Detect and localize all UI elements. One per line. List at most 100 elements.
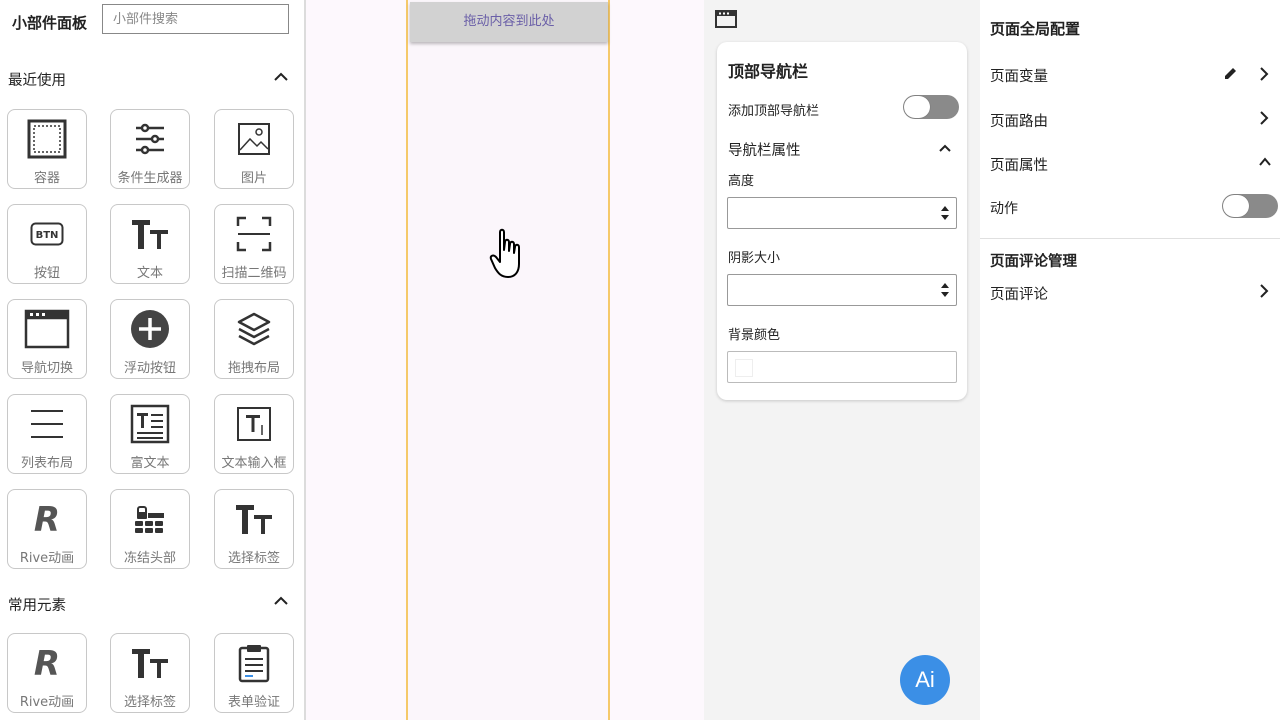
list-icon	[8, 403, 86, 445]
widget-label: 导航切换	[20, 361, 73, 376]
widget-label: 扫描二维码	[221, 266, 287, 281]
color-swatch	[735, 359, 753, 377]
container-icon	[8, 118, 86, 160]
global-config-title: 页面全局配置	[990, 20, 1081, 38]
recent-widget-tile[interactable]: 冻结头部	[110, 489, 190, 569]
widget-label: Rive动画	[19, 551, 75, 566]
recent-widget-tile[interactable]: R Rive动画	[7, 489, 87, 569]
text-input-icon	[215, 403, 293, 445]
recent-widget-tile[interactable]: 扫描二维码	[214, 204, 294, 284]
navbar-settings-card: 顶部导航栏 添加顶部导航栏 导航栏属性 高度 阴影大小 背景颜色	[717, 42, 967, 400]
image-icon	[215, 118, 293, 160]
dropzone[interactable]: 拖动内容到此处	[410, 2, 608, 42]
global-config-panel: 页面全局配置 页面变量 页面路由 页面属性 动作 页面评论管理 页面评论	[980, 0, 1280, 720]
bg-color-picker[interactable]	[727, 351, 957, 383]
edit-icon[interactable]	[1224, 66, 1238, 80]
page-attributes-item[interactable]: 页面属性	[990, 154, 1048, 175]
widget-label: 条件生成器	[117, 171, 183, 186]
widget-label: 图片	[240, 171, 267, 186]
svg-text:R: R	[34, 645, 60, 681]
text-icon	[215, 498, 293, 540]
rive-icon: R	[8, 642, 86, 684]
widget-label: 文本输入框	[221, 456, 287, 471]
svg-text:BTN: BTN	[36, 230, 59, 241]
plus-circle-icon	[111, 308, 189, 350]
widget-panel: 小部件面板 最近使用 容器 条件生成器 图片 BTN 按钮 文本 扫描二维码导航切换 浮动按钮…	[0, 0, 304, 720]
spinner-icon[interactable]	[940, 280, 950, 300]
scan-icon	[215, 213, 293, 255]
rive-icon: R	[8, 498, 86, 540]
height-label: 高度	[728, 174, 755, 189]
widget-label: 浮动按钮	[123, 361, 176, 376]
common-section-title: 常用元素	[8, 598, 66, 614]
action-label: 动作	[990, 201, 1018, 217]
recent-widget-tile[interactable]: 文本输入框	[214, 394, 294, 474]
recent-widget-tile[interactable]: 拖拽布局	[214, 299, 294, 379]
rich-text-icon	[111, 403, 189, 445]
phone-frame: 拖动内容到此处	[406, 0, 610, 720]
recent-widget-tile[interactable]: 容器	[7, 109, 87, 189]
widget-label: 富文本	[130, 456, 170, 471]
hand-cursor-icon	[489, 228, 520, 278]
bg-color-label: 背景颜色	[728, 328, 781, 343]
btn-icon: BTN	[8, 213, 86, 255]
widget-label: 拖拽布局	[227, 361, 280, 376]
layers-icon	[215, 308, 293, 350]
widget-panel-title: 小部件面板	[12, 14, 88, 32]
text-icon	[111, 642, 189, 684]
navbar-attributes-title: 导航栏属性	[728, 143, 801, 159]
widget-label: 按钮	[33, 266, 60, 281]
spinner-icon[interactable]	[940, 203, 950, 223]
shadow-input[interactable]	[727, 274, 957, 306]
page-comments-item[interactable]: 页面评论	[990, 283, 1048, 304]
recent-widget-tile[interactable]: 条件生成器	[110, 109, 190, 189]
recent-widget-tile[interactable]: 浮动按钮	[110, 299, 190, 379]
common-widget-tile[interactable]: 选择标签	[110, 633, 190, 713]
chevron-right-icon[interactable]	[1258, 283, 1270, 299]
height-input[interactable]	[727, 197, 957, 229]
chevron-up-icon[interactable]	[937, 140, 953, 156]
widget-label: 表单验证	[227, 695, 280, 710]
text-icon	[111, 213, 189, 255]
chevron-up-icon[interactable]	[1258, 154, 1272, 170]
chevron-right-icon[interactable]	[1258, 66, 1270, 82]
recent-widget-tile[interactable]: 文本	[110, 204, 190, 284]
recent-widget-tile[interactable]: 选择标签	[214, 489, 294, 569]
freeze-header-icon	[111, 498, 189, 540]
widget-label: Rive动画	[19, 695, 75, 710]
add-navbar-label: 添加顶部导航栏	[728, 104, 820, 119]
widget-label: 文本	[136, 266, 163, 281]
window-icon	[8, 308, 86, 350]
common-widget-tile[interactable]: R Rive动画	[7, 633, 87, 713]
divider	[980, 238, 1280, 239]
recent-widget-tile[interactable]: 导航切换	[7, 299, 87, 379]
page-variables-item[interactable]: 页面变量	[990, 65, 1048, 86]
widget-label: 冻结头部	[123, 551, 176, 566]
ai-button[interactable]: Ai	[900, 655, 950, 705]
card-title: 顶部导航栏	[728, 62, 809, 81]
design-canvas: 拖动内容到此处	[306, 0, 704, 720]
chevron-up-icon[interactable]	[272, 592, 290, 610]
sliders-icon	[111, 118, 189, 160]
add-navbar-toggle[interactable]	[903, 95, 959, 119]
widget-label: 列表布局	[20, 456, 73, 471]
widget-label: 选择标签	[227, 551, 280, 566]
app-bar-icon	[715, 10, 737, 28]
recent-section-title: 最近使用	[8, 73, 66, 89]
widget-search-input[interactable]	[102, 4, 289, 34]
recent-widget-tile[interactable]: 富文本	[110, 394, 190, 474]
recent-widget-tile[interactable]: 列表布局	[7, 394, 87, 474]
properties-panel: 顶部导航栏 添加顶部导航栏 导航栏属性 高度 阴影大小 背景颜色 Ai	[704, 0, 980, 720]
chevron-up-icon[interactable]	[272, 68, 290, 86]
common-widget-tile[interactable]: 表单验证	[214, 633, 294, 713]
chevron-right-icon[interactable]	[1258, 110, 1270, 126]
widget-label: 容器	[33, 171, 60, 186]
page-routes-item[interactable]: 页面路由	[990, 110, 1048, 131]
clipboard-icon	[215, 642, 293, 684]
comments-section-title: 页面评论管理	[990, 254, 1077, 270]
widget-label: 选择标签	[123, 695, 176, 710]
recent-widget-tile[interactable]: 图片	[214, 109, 294, 189]
shadow-label: 阴影大小	[728, 251, 781, 266]
action-toggle[interactable]	[1222, 194, 1278, 218]
recent-widget-tile[interactable]: BTN 按钮	[7, 204, 87, 284]
